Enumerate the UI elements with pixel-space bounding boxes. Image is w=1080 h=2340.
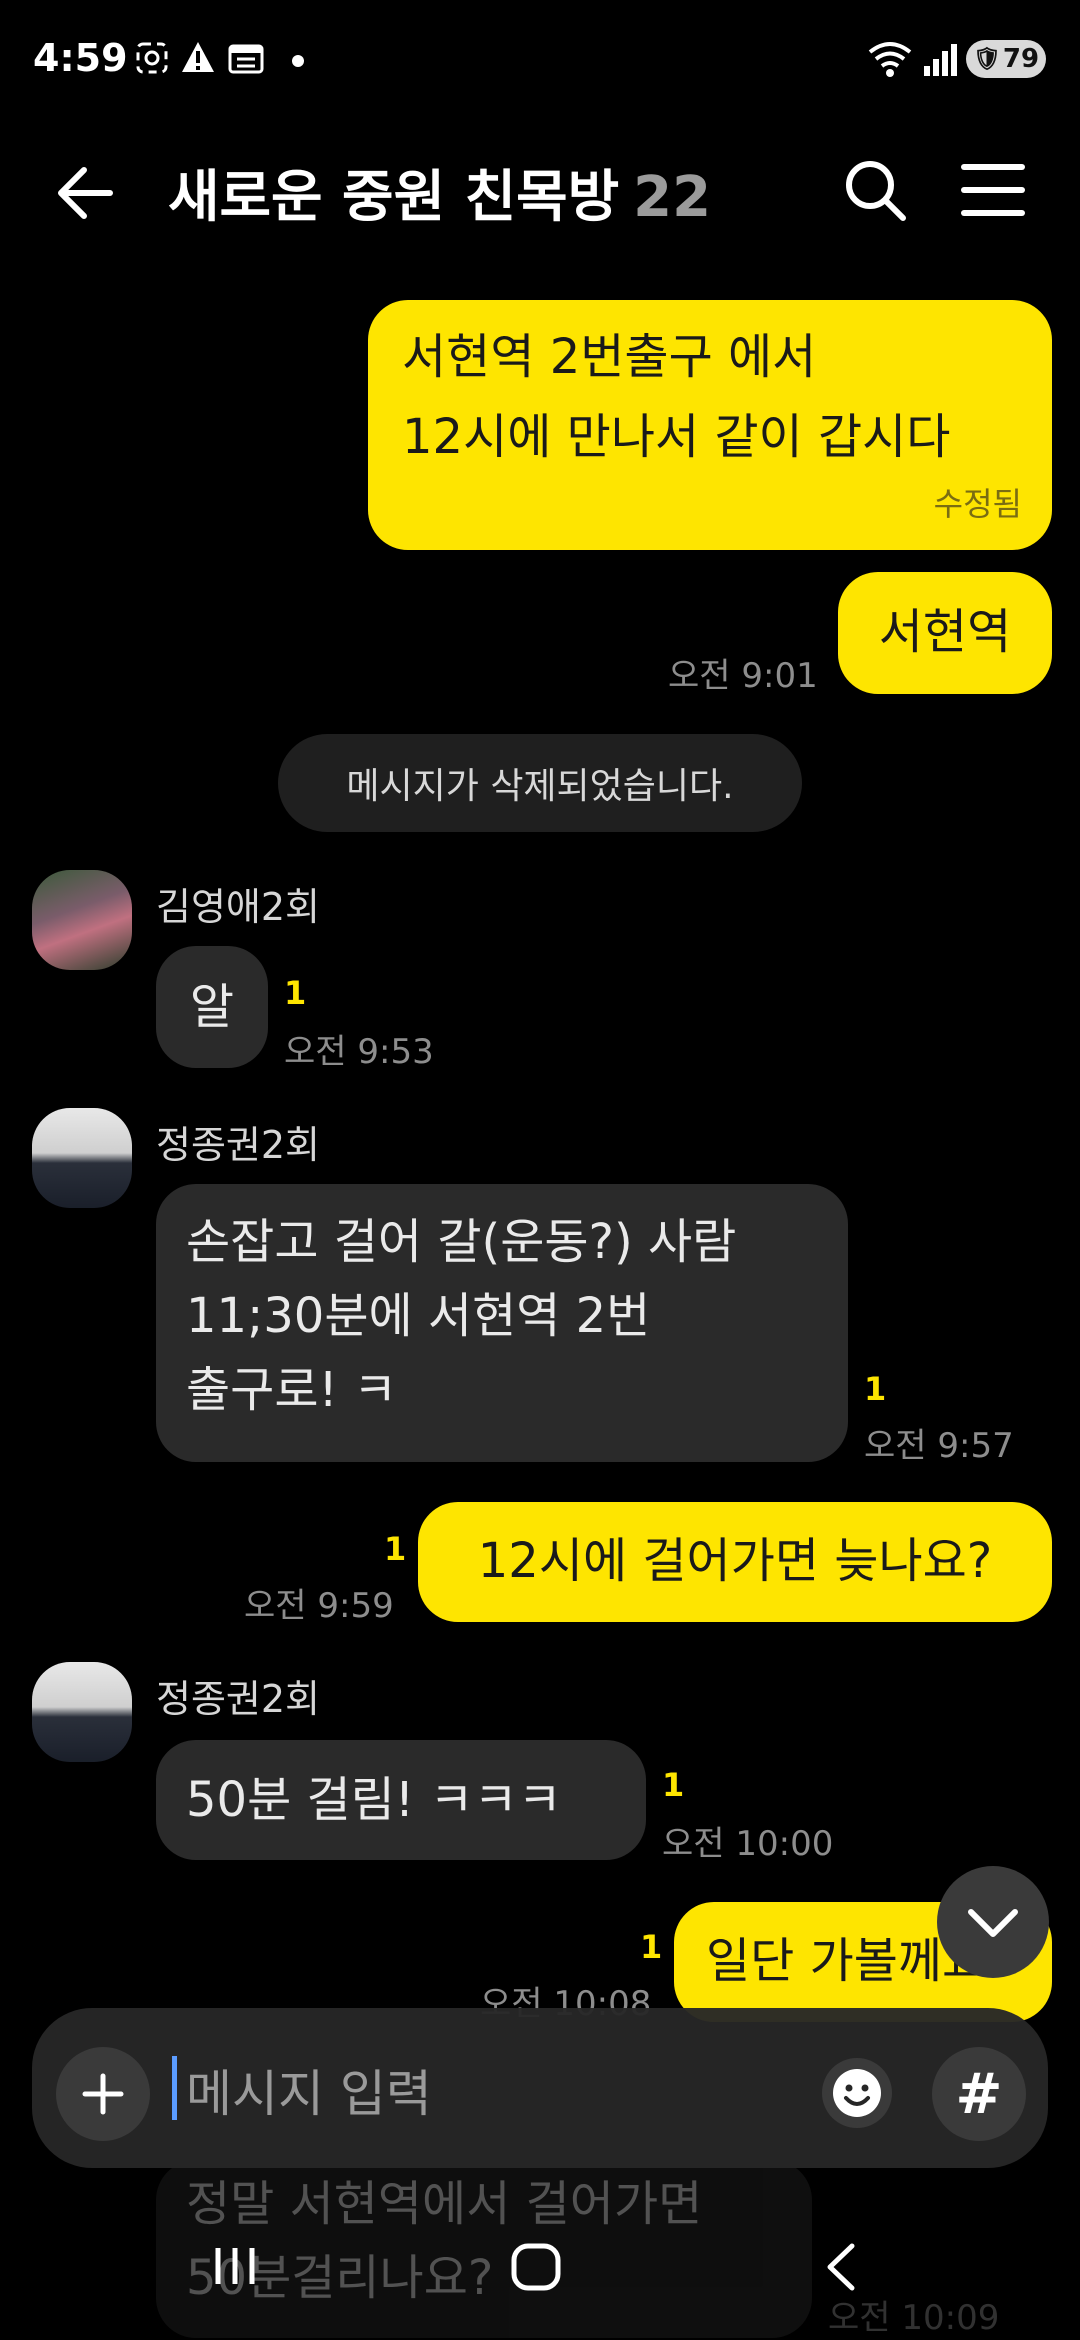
unread-count: 1	[662, 1766, 685, 1804]
back-nav-button[interactable]	[822, 2242, 858, 2296]
message-line: 서현역 2번출구 에서	[402, 329, 817, 385]
emoji-button[interactable]	[822, 2058, 892, 2128]
sender-name: 김영애2회	[156, 885, 321, 929]
unread-count: 1	[640, 1928, 663, 1966]
chevron-down-icon	[968, 1909, 1018, 1937]
message-time: 오전 9:57	[864, 1426, 1014, 1466]
my-message-bubble[interactable]: 서현역 2번출구 에서 12시에 만나서 같이 갑시다 수정됨	[368, 300, 1052, 550]
message-time: 오전 9:53	[284, 1032, 434, 1072]
sender-name: 정종권2회	[156, 1123, 321, 1167]
avatar[interactable]	[32, 1108, 132, 1208]
message-line: 출구로! ㅋ	[186, 1362, 398, 1418]
other-message-bubble[interactable]: 알	[156, 946, 268, 1068]
unread-count: 1	[384, 1530, 407, 1568]
back-button[interactable]	[52, 158, 122, 228]
message-line: 정말 서현역에서 걸어가면	[186, 2176, 703, 2232]
text-caret	[172, 2056, 177, 2120]
message-time: 오전 9:01	[668, 656, 818, 696]
unread-count: 1	[864, 1370, 887, 1408]
status-time: 4:59	[33, 36, 128, 80]
avatar[interactable]	[32, 870, 132, 970]
message-text: 알	[189, 979, 235, 1035]
recent-apps-button[interactable]	[210, 2244, 260, 2292]
warning-icon	[180, 40, 216, 82]
message-text: 50분 걸림! ㅋㅋㅋ	[186, 1772, 562, 1828]
search-icon	[846, 161, 906, 221]
avatar[interactable]	[32, 1662, 132, 1762]
unread-count: 1	[284, 974, 307, 1012]
chat-title: 새로운 중원 친목방 22	[168, 152, 711, 233]
recent-apps-icon	[215, 2248, 255, 2284]
smiley-icon	[833, 2069, 881, 2117]
scroll-to-bottom-button[interactable]	[937, 1866, 1049, 1978]
search-button[interactable]	[840, 155, 910, 225]
home-icon	[511, 2243, 561, 2291]
message-line: 손잡고 걸어 갈(운동?) 사람	[186, 1214, 737, 1270]
battery-shield-icon: 🛡	[972, 46, 1001, 72]
message-input-placeholder: 메시지 입력	[186, 2065, 432, 2123]
plus-icon	[82, 2073, 124, 2115]
message-text: 서현역	[878, 604, 1012, 661]
other-message-bubble[interactable]: 손잡고 걸어 갈(운동?) 사람 11;30분에 서현역 2번 출구로! ㅋ	[156, 1184, 848, 1462]
message-text: 12시에 걸어가면 늦나요?	[477, 1533, 993, 1590]
message-time: 오전 9:59	[244, 1586, 394, 1626]
message-input[interactable]: 메시지 입력	[172, 2045, 792, 2135]
arrow-left-icon	[58, 167, 113, 219]
message-line: 11;30분에 서현역 2번	[186, 1288, 651, 1344]
notification-dot-icon	[292, 55, 304, 67]
chat-room-name: 새로운 중원 친목방	[168, 165, 620, 230]
hashtag-button[interactable]: #	[932, 2047, 1026, 2141]
battery-level: 79	[1002, 44, 1040, 74]
sender-name: 정종권2회	[156, 1677, 321, 1721]
message-line: 12시에 만나서 같이 갑시다	[402, 409, 951, 465]
signal-icon	[922, 42, 960, 82]
chevron-left-icon	[827, 2243, 855, 2291]
screenshot-icon	[134, 40, 170, 84]
battery-indicator: 🛡 79	[966, 40, 1046, 78]
home-button[interactable]	[510, 2242, 562, 2296]
my-message-bubble[interactable]: 서현역	[838, 572, 1052, 694]
message-time: 오전 10:09	[828, 2298, 1000, 2338]
deleted-message-notice: 메시지가 삭제되었습니다.	[278, 734, 802, 832]
hamburger-menu-icon	[961, 164, 1025, 216]
attach-button[interactable]	[56, 2047, 150, 2141]
message-time: 오전 10:00	[662, 1824, 834, 1864]
calendar-icon	[228, 42, 264, 82]
wifi-icon	[868, 40, 912, 82]
member-count: 22	[633, 165, 712, 230]
my-message-bubble[interactable]: 12시에 걸어가면 늦나요?	[418, 1502, 1052, 1622]
other-message-bubble[interactable]: 50분 걸림! ㅋㅋㅋ	[156, 1740, 646, 1860]
edited-label: 수정됨	[933, 485, 1022, 523]
menu-button[interactable]	[958, 155, 1028, 225]
